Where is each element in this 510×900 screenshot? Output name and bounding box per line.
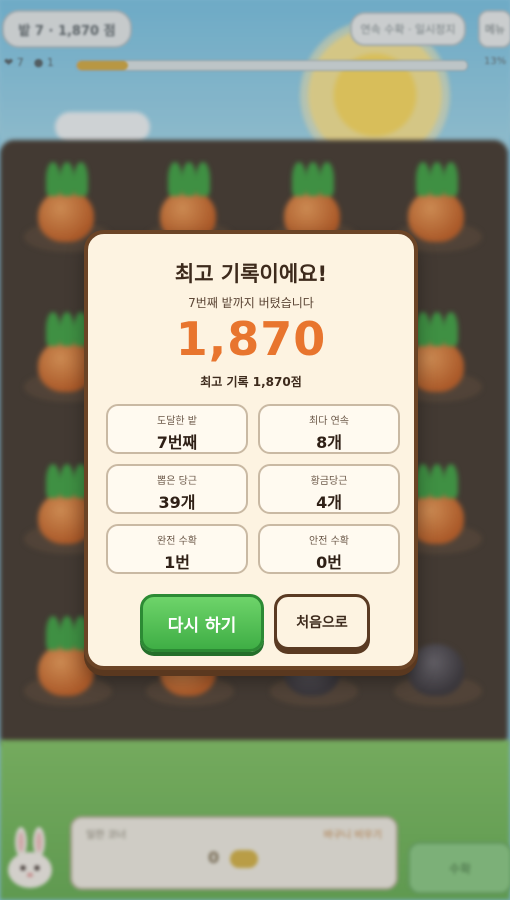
stat-value: 1번 xyxy=(164,553,190,572)
stat-card-golden: 황금당근 4개 xyxy=(258,464,400,514)
home-button[interactable]: 처음으로 xyxy=(274,594,370,650)
stat-label: 안전 수확 xyxy=(309,536,349,547)
stat-card-carrots: 뽑은 당근 39개 xyxy=(106,464,248,514)
modal-title: 최고 기록이에요! xyxy=(174,262,328,286)
stat-label: 뽑은 당근 xyxy=(157,476,197,487)
stat-value: 7번째 xyxy=(156,433,198,452)
stat-card-safe-harvest: 안전 수확 0번 xyxy=(258,524,400,574)
result-modal: 최고 기록이에요! 7번째 밭까지 버텼습니다 1,870 최고 기록 1,87… xyxy=(84,230,418,670)
stat-label: 도달한 밭 xyxy=(157,416,197,427)
best-score: 최고 기록 1,870점 xyxy=(200,375,302,389)
stat-value: 39개 xyxy=(158,493,196,512)
stat-label: 완전 수확 xyxy=(157,536,197,547)
modal-subtitle: 7번째 밭까지 버텼습니다 xyxy=(188,296,314,310)
stat-card-combo: 최다 연속 8개 xyxy=(258,404,400,454)
stat-card-full-harvest: 완전 수확 1번 xyxy=(106,524,248,574)
stat-card-field: 도달한 밭 7번째 xyxy=(106,404,248,454)
stat-label: 황금당근 xyxy=(310,476,348,487)
final-score: 1,870 xyxy=(175,312,327,366)
stat-label: 최다 연속 xyxy=(309,416,349,427)
stat-value: 8개 xyxy=(316,433,342,452)
retry-button[interactable]: 다시 하기 xyxy=(140,594,264,652)
stat-value: 4개 xyxy=(316,493,342,512)
stat-value: 0번 xyxy=(316,553,342,572)
